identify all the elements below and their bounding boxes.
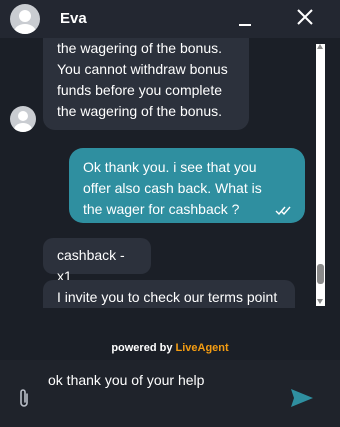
powered-by: powered by LiveAgent bbox=[0, 342, 340, 354]
scroll-thumb[interactable] bbox=[317, 264, 324, 284]
scroll-down-arrow-icon[interactable] bbox=[317, 299, 323, 304]
close-icon[interactable] bbox=[294, 6, 316, 28]
minimize-icon[interactable] bbox=[236, 8, 256, 28]
message-line: I invite you to check our terms point bbox=[57, 289, 278, 305]
message-input[interactable] bbox=[48, 368, 288, 392]
chat-header: Eva bbox=[0, 0, 340, 38]
user-avatar-icon bbox=[10, 4, 40, 34]
visitor-message: Ok thank you. i see that you offer also … bbox=[69, 148, 305, 223]
double-check-icon bbox=[275, 201, 293, 216]
message-scrollbar[interactable] bbox=[316, 44, 325, 306]
message-composer bbox=[0, 360, 340, 427]
message-line: funds before you complete bbox=[57, 82, 222, 98]
message-line: You cannot withdraw bonus bbox=[57, 61, 228, 77]
powered-by-prefix: powered by bbox=[111, 342, 176, 354]
agent-avatar-icon bbox=[10, 106, 36, 132]
message-line: the wagering of the bonus. bbox=[57, 103, 223, 119]
message-line: the wager for cashback ? bbox=[83, 201, 240, 217]
agent-message: I invite you to check our terms point bbox=[43, 280, 295, 308]
chat-widget: Eva the wagering of the bonus. You canno… bbox=[0, 0, 340, 427]
scroll-up-arrow-icon[interactable] bbox=[317, 44, 323, 49]
paperclip-icon[interactable] bbox=[17, 388, 31, 410]
message-line: offer also cash back. What is bbox=[83, 180, 262, 196]
agent-message: the wagering of the bonus. You cannot wi… bbox=[43, 38, 249, 130]
agent-name: Eva bbox=[60, 10, 87, 27]
send-icon[interactable] bbox=[290, 388, 314, 408]
powered-by-brand-link[interactable]: LiveAgent bbox=[176, 342, 229, 354]
message-line: Ok thank you. i see that you bbox=[83, 159, 257, 175]
message-list[interactable]: the wagering of the bonus. You cannot wi… bbox=[0, 38, 318, 308]
agent-message: cashback -x1 bbox=[43, 238, 151, 284]
message-line: the wagering of the bonus. bbox=[57, 40, 223, 56]
